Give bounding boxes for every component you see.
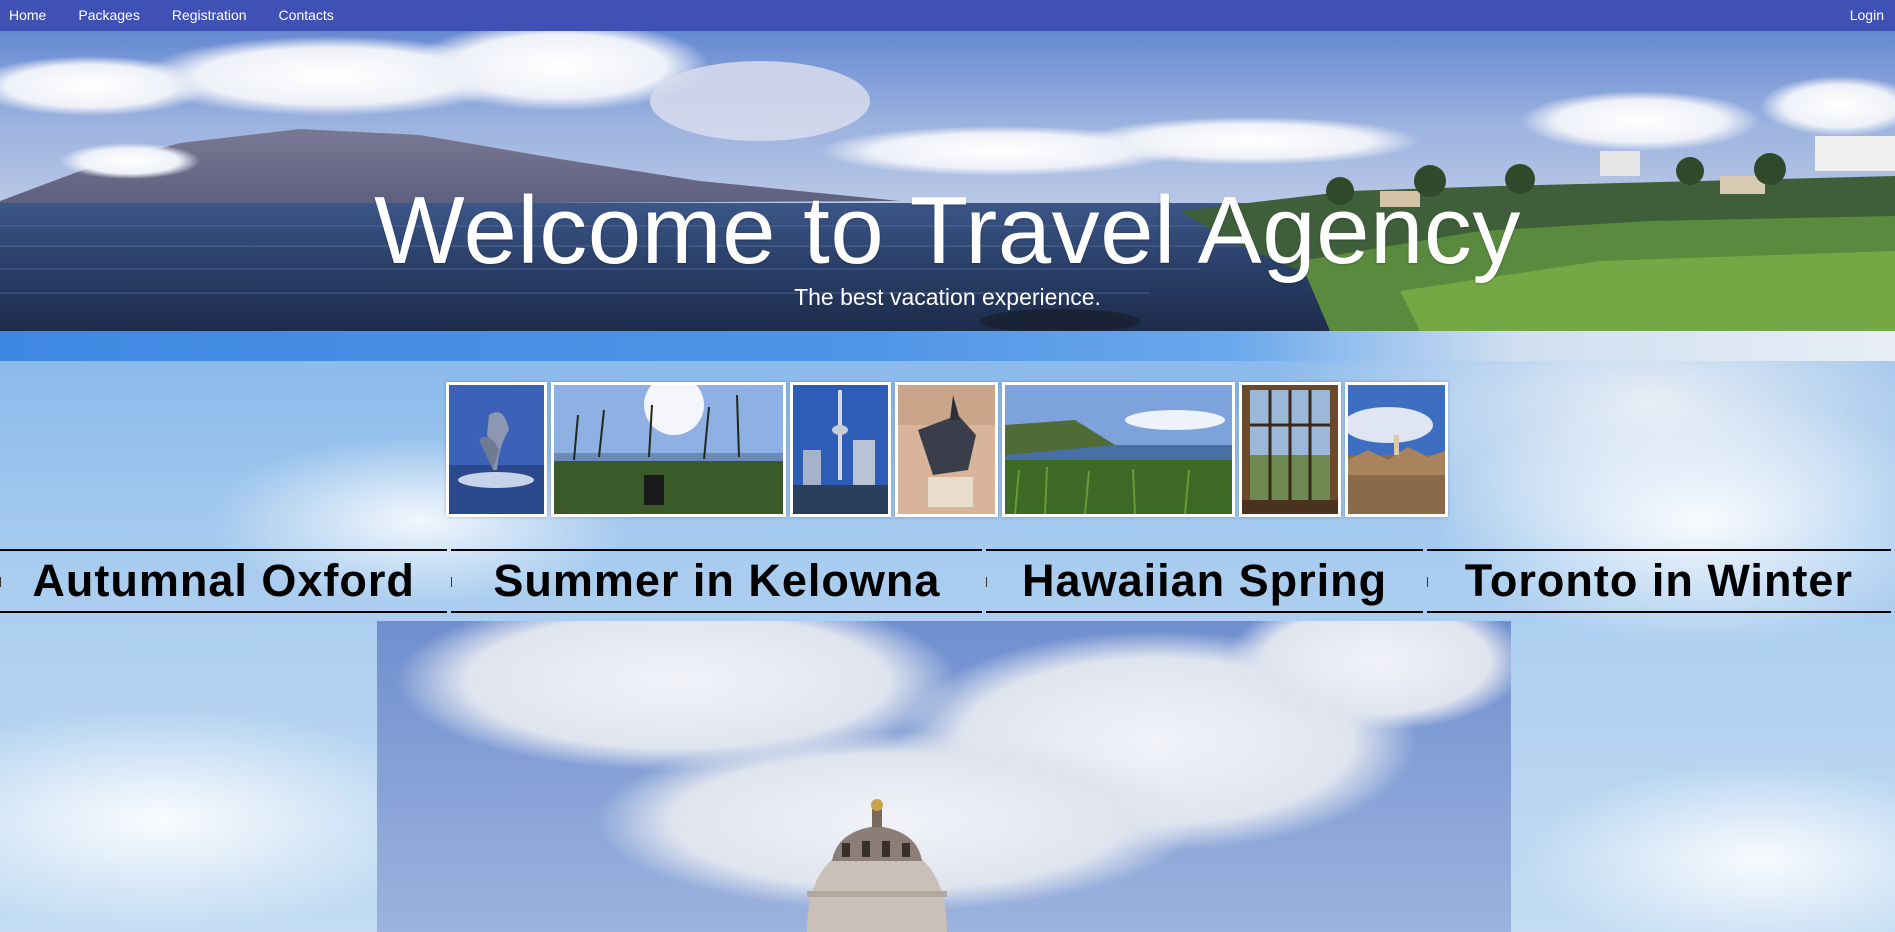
top-nav: Home Packages Registration Contacts Logi… xyxy=(0,0,1895,31)
tab-hawaiian-spring[interactable]: Hawaiian Spring xyxy=(986,549,1423,613)
coast-photo xyxy=(1005,385,1232,514)
tab-label: Hawaiian Spring xyxy=(1022,555,1388,606)
gallery-thumbnail-rooftops[interactable] xyxy=(1345,382,1448,517)
gallery-thumbnail-tower[interactable] xyxy=(790,382,891,517)
nav-packages-link[interactable]: Packages xyxy=(62,0,155,31)
rooftops-photo xyxy=(1348,385,1445,514)
tab-toronto-in-winter[interactable]: Toronto in Winter xyxy=(1426,549,1891,613)
nav-home-link[interactable]: Home xyxy=(0,0,62,31)
page-title: Welcome to Travel Agency xyxy=(374,177,1521,284)
tab-separator xyxy=(986,577,988,587)
gallery-thumbnail-fountain[interactable] xyxy=(446,382,547,517)
tab-separator xyxy=(0,577,1,587)
sky-band xyxy=(0,331,1895,361)
tab-separator xyxy=(451,577,453,587)
tower-photo xyxy=(793,385,888,514)
gallery-thumbnail-coast[interactable] xyxy=(1002,382,1235,517)
palms-photo xyxy=(554,385,783,514)
tab-label: Autumnal Oxford xyxy=(32,555,415,606)
window-view-photo xyxy=(1242,385,1338,514)
login-link[interactable]: Login xyxy=(1834,0,1895,31)
domed-building-photo xyxy=(377,621,1511,932)
tab-summer-in-kelowna[interactable]: Summer in Kelowna xyxy=(451,549,983,613)
nav-contacts-link[interactable]: Contacts xyxy=(263,0,350,31)
gallery-thumbnail-palms[interactable] xyxy=(551,382,786,517)
tab-autumnal-oxford[interactable]: Autumnal Oxford xyxy=(0,549,448,613)
fountain-photo xyxy=(449,385,544,514)
featured-package-image[interactable] xyxy=(377,621,1511,932)
tab-label: Toronto in Winter xyxy=(1464,555,1853,606)
gallery-thumbnail-window[interactable] xyxy=(1239,382,1341,517)
tab-label: Summer in Kelowna xyxy=(493,555,941,606)
gallery-thumbnail-skull[interactable] xyxy=(895,382,998,517)
photo-gallery xyxy=(446,382,1448,517)
page-subtitle: The best vacation experience. xyxy=(794,284,1101,310)
skull-exhibit-photo xyxy=(898,385,995,514)
nav-registration-link[interactable]: Registration xyxy=(156,0,263,31)
tab-separator xyxy=(1426,577,1428,587)
package-tabs: Autumnal Oxford Summer in Kelowna Hawaii… xyxy=(0,549,1895,613)
